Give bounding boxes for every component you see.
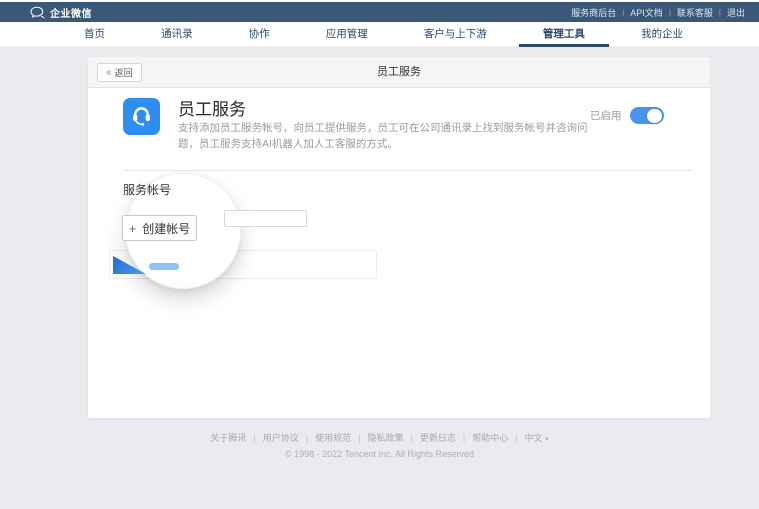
- nav-tab-collaboration[interactable]: 协作: [249, 22, 270, 47]
- nav-tab-customers[interactable]: 客户与上下游: [424, 22, 487, 47]
- main-nav-items: 首页 通讯录 协作 应用管理 客户与上下游 管理工具 我的企业: [84, 22, 683, 47]
- card-subheader: 员工服务 « 返回: [88, 57, 710, 88]
- create-account-label: 创建帐号: [142, 220, 190, 237]
- back-button[interactable]: « 返回: [97, 63, 142, 82]
- nav-tab-home[interactable]: 首页: [84, 22, 105, 47]
- service-accounts-title: 服务帐号: [123, 181, 171, 198]
- app-name: 员工服务: [178, 95, 246, 120]
- language-selector[interactable]: 中文 ▾: [525, 431, 549, 444]
- footer-link-usage-rules[interactable]: 使用规范: [315, 431, 351, 444]
- footer-link-user-agreement[interactable]: 用户协议: [263, 431, 299, 444]
- employee-service-card: 员工服务 « 返回 员工服务 支持添加员工服务帐号，向员工提供服务，员工可在公司…: [88, 57, 710, 418]
- caret-down-icon: ▾: [545, 436, 549, 443]
- footer-link-changelog[interactable]: 更新日志: [420, 431, 456, 444]
- link-provider-console[interactable]: 服务商后台: [571, 6, 616, 19]
- employee-service-app-icon: [123, 98, 160, 135]
- headset-icon: [127, 100, 156, 134]
- enable-toggle[interactable]: [630, 107, 664, 124]
- distorted-account-name: [149, 263, 179, 270]
- nav-tab-app-management[interactable]: 应用管理: [326, 22, 368, 47]
- back-button-label: 返回: [115, 66, 133, 79]
- page-title: 员工服务: [88, 57, 710, 88]
- language-label: 中文: [525, 433, 543, 443]
- toggle-knob: [647, 109, 662, 123]
- footer-link-help-center[interactable]: 帮助中心: [472, 431, 508, 444]
- status-label: 已启用: [590, 108, 622, 123]
- brand[interactable]: 企业微信: [30, 5, 92, 20]
- nav-tab-admin-tools[interactable]: 管理工具: [543, 22, 585, 47]
- nav-tab-my-company[interactable]: 我的企业: [641, 22, 683, 47]
- nav-tab-contacts[interactable]: 通讯录: [161, 22, 193, 47]
- app-description: 支持添加员工服务帐号，向员工提供服务，员工可在公司通讯录上找到服务帐号并咨询问题…: [178, 120, 602, 152]
- separator: |: [719, 8, 721, 17]
- separator: |: [253, 433, 255, 443]
- copyright-notice: © 1998 - 2022 Tencent Inc. All Rights Re…: [0, 449, 759, 459]
- create-account-button[interactable]: + 创建帐号: [122, 215, 197, 241]
- footer-link-privacy-policy[interactable]: 隐私政策: [367, 431, 403, 444]
- account-search-input[interactable]: [224, 210, 307, 227]
- link-contact-support[interactable]: 联系客服: [677, 6, 713, 19]
- link-api-docs[interactable]: API文档: [630, 6, 663, 19]
- separator: |: [669, 8, 671, 17]
- separator: |: [622, 8, 624, 17]
- wecom-admin-page: 企业微信 服务商后台 | API文档 | 联系客服 | 退出 首页 通讯录 协作…: [0, 0, 759, 509]
- link-logout[interactable]: 退出: [727, 6, 745, 19]
- separator: |: [463, 433, 465, 443]
- footer: 关于腾讯 | 用户协议 | 使用规范 | 隐私政策 | 更新日志 | 帮助中心 …: [0, 431, 759, 459]
- separator: |: [306, 433, 308, 443]
- plus-icon: +: [129, 222, 137, 235]
- wecom-bubble-icon: [30, 6, 45, 19]
- brand-label: 企业微信: [50, 5, 92, 20]
- footer-links: 关于腾讯 | 用户协议 | 使用规范 | 隐私政策 | 更新日志 | 帮助中心 …: [0, 431, 759, 444]
- enable-status: 已启用: [590, 107, 664, 124]
- top-bar-links: 服务商后台 | API文档 | 联系客服 | 退出: [571, 6, 745, 19]
- footer-link-about[interactable]: 关于腾讯: [210, 431, 246, 444]
- top-bar: 企业微信 服务商后台 | API文档 | 联系客服 | 退出: [0, 2, 759, 22]
- separator: |: [358, 433, 360, 443]
- back-chevron-icon: «: [106, 67, 112, 78]
- section-divider: [123, 170, 693, 171]
- separator: |: [515, 433, 517, 443]
- main-nav: 首页 通讯录 协作 应用管理 客户与上下游 管理工具 我的企业: [0, 22, 759, 47]
- separator: |: [410, 433, 412, 443]
